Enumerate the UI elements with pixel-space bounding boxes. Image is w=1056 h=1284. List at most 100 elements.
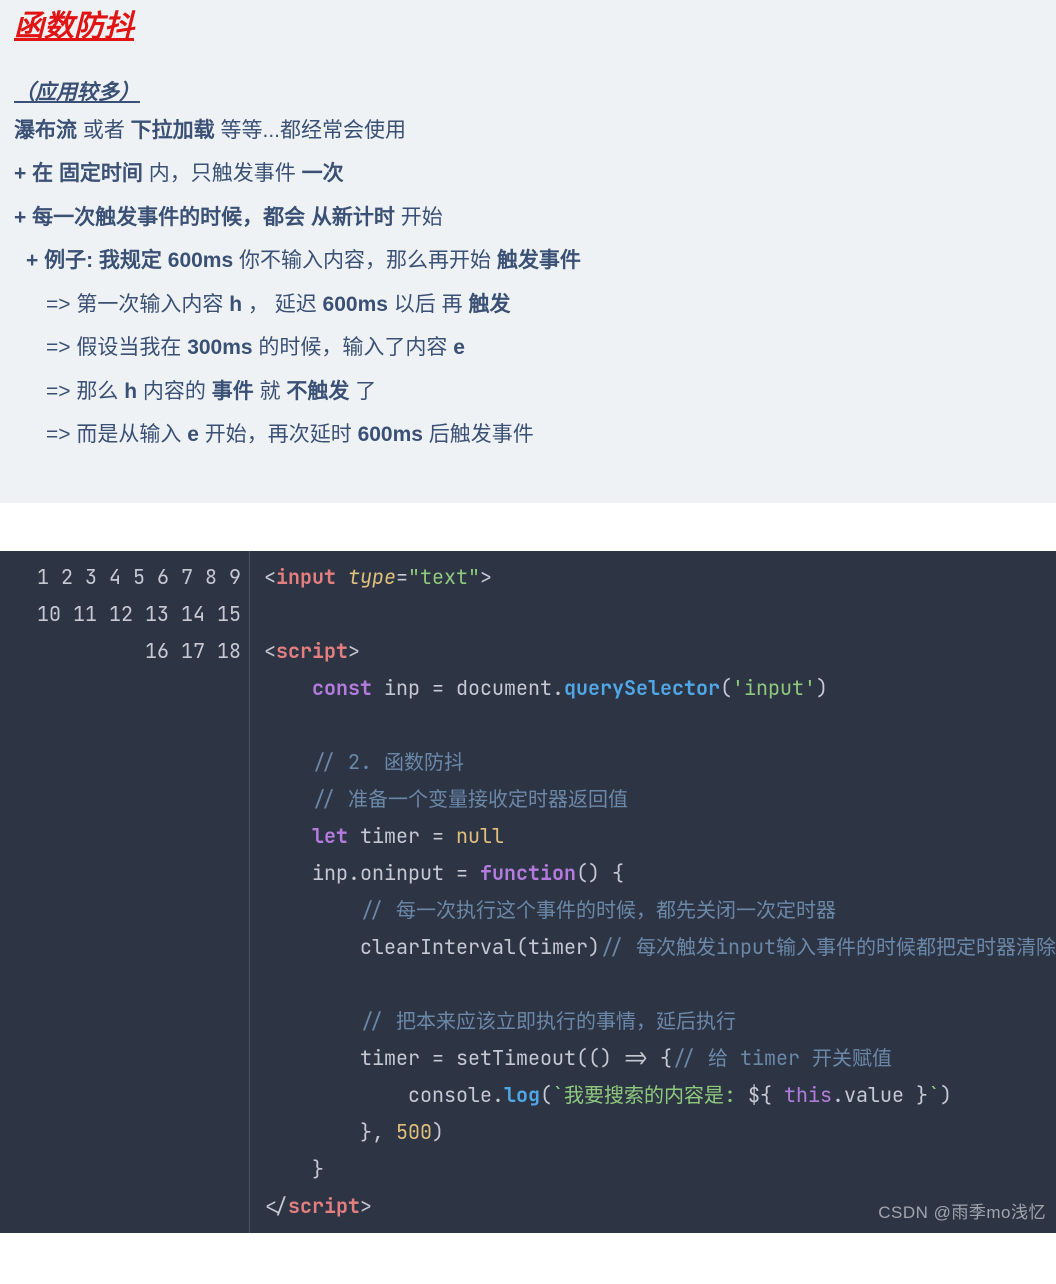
step: => 那么 h 内容的 事件 就 不触发 了: [14, 376, 1042, 408]
step: => 第一次输入内容 h ， 延迟 600ms 以后 再 触发: [14, 289, 1042, 321]
spacer: [0, 503, 1056, 551]
this: this: [784, 1082, 832, 1108]
indent: [264, 675, 312, 701]
call: timer = setTimeout(() => {: [264, 1045, 672, 1071]
prefix: => 那么: [46, 380, 124, 403]
indent: [264, 823, 312, 849]
kw: 不触发: [286, 380, 349, 403]
txt: 内，只触发事件: [143, 162, 302, 185]
call: clearInterval(timer): [264, 934, 600, 960]
prefix: + 每一次触发事件的时候，都会: [14, 206, 311, 229]
punc: () {: [576, 860, 624, 886]
step: => 而是从输入 e 开始，再次延时 600ms 后触发事件: [14, 419, 1042, 451]
sp: [336, 564, 348, 590]
comment: // 准备一个变量接收定时器返回值: [312, 786, 628, 812]
tag: input: [276, 564, 336, 590]
txt: 以后 再: [388, 293, 469, 316]
kw: const: [312, 675, 372, 701]
txt: 你不输入内容，那么再开始: [233, 249, 497, 272]
tag: script: [276, 638, 348, 664]
null: null: [456, 823, 504, 849]
punc: =: [396, 564, 408, 590]
comment: // 每一次执行这个事件的时候，都先关闭一次定时器: [360, 897, 836, 923]
punc: >: [360, 1193, 372, 1219]
punc: >: [480, 564, 492, 590]
punc: (: [540, 1082, 552, 1108]
txt: 内容的: [137, 380, 212, 403]
kw: 600ms: [168, 249, 233, 272]
comment: // 给 timer 开关赋值: [672, 1045, 892, 1071]
txt: 开始: [395, 206, 443, 229]
watermark: CSDN @雨季mo浅忆: [878, 1197, 1046, 1228]
kw: h: [229, 293, 242, 316]
kw: 触发: [468, 293, 510, 316]
punc: <: [264, 564, 276, 590]
punc: (: [720, 675, 732, 701]
var: inp = document.: [372, 675, 564, 701]
bullet: + 在 固定时间 内，只触发事件 一次: [14, 158, 1042, 190]
explanation-box: 函数防抖 （应用较多） 瀑布流 或者 下拉加载 等等...都经常会使用 + 在 …: [0, 0, 1056, 503]
line-numbers: 1 2 3 4 5 6 7 8 9 10 11 12 13 14 15 16 1…: [0, 551, 250, 1233]
txt: 开始，再次延时: [199, 423, 358, 446]
prefix: => 假设当我在: [46, 336, 187, 359]
num: 500: [396, 1119, 432, 1145]
prefix: + 在: [14, 162, 59, 185]
bullet: + 每一次触发事件的时候，都会 从新计时 开始: [14, 202, 1042, 234]
attr: type: [348, 564, 396, 590]
kw: 事件: [212, 380, 254, 403]
punc: .value }: [832, 1082, 928, 1108]
kw: function: [480, 860, 576, 886]
txt: 或者: [77, 119, 131, 142]
punc: ${: [748, 1082, 784, 1108]
kw: let: [312, 823, 348, 849]
kw: 触发事件: [497, 249, 581, 272]
punc: ): [940, 1082, 952, 1108]
kw: 一次: [302, 162, 344, 185]
tmpl: `我要搜索的内容是:: [552, 1082, 748, 1108]
func: log: [504, 1082, 540, 1108]
indent: [264, 749, 312, 775]
prefix: + 例子: 我规定: [26, 249, 168, 272]
kw: h: [124, 380, 137, 403]
subtitle: （应用较多）: [14, 77, 1042, 109]
txt: 等等...都经常会使用: [215, 119, 406, 142]
prefix: => 第一次输入内容: [46, 293, 229, 316]
kw: 固定时间: [59, 162, 143, 185]
punc: }: [264, 1156, 324, 1182]
var: timer =: [348, 823, 456, 849]
kw: 300ms: [187, 336, 252, 359]
var: console.: [264, 1082, 504, 1108]
indent: [264, 897, 360, 923]
kw: 下拉加载: [131, 119, 215, 142]
txt: 就: [254, 380, 287, 403]
tmpl: `: [928, 1082, 940, 1108]
txt: 的时候，输入了内容: [253, 336, 454, 359]
punc: },: [264, 1119, 396, 1145]
indent: [264, 1008, 360, 1034]
kw: 从新计时: [311, 206, 395, 229]
kw: 瀑布流: [14, 119, 77, 142]
txt: ， 延迟: [242, 293, 323, 316]
str: "text": [408, 564, 480, 590]
kw: 600ms: [358, 423, 423, 446]
var: inp.oninput =: [264, 860, 480, 886]
func: querySelector: [564, 675, 720, 701]
indent: [264, 786, 312, 812]
page-title: 函数防抖: [14, 0, 1042, 77]
prefix: => 而是从输入: [46, 423, 187, 446]
punc: <: [264, 638, 276, 664]
punc: ): [816, 675, 828, 701]
str: 'input': [732, 675, 816, 701]
txt: 后触发事件: [423, 423, 534, 446]
kw: 600ms: [323, 293, 388, 316]
comment: // 2. 函数防抖: [312, 749, 464, 775]
kw: e: [187, 423, 199, 446]
code-block: 1 2 3 4 5 6 7 8 9 10 11 12 13 14 15 16 1…: [0, 551, 1056, 1233]
punc: ): [432, 1119, 444, 1145]
step: => 假设当我在 300ms 的时候，输入了内容 e: [14, 332, 1042, 364]
txt: 了: [349, 380, 376, 403]
tag: script: [288, 1193, 360, 1219]
bullet-example: + 例子: 我规定 600ms 你不输入内容，那么再开始 触发事件: [14, 245, 1042, 277]
kw: e: [453, 336, 465, 359]
code-content: <input type="text"> <script> const inp =…: [250, 551, 1056, 1233]
